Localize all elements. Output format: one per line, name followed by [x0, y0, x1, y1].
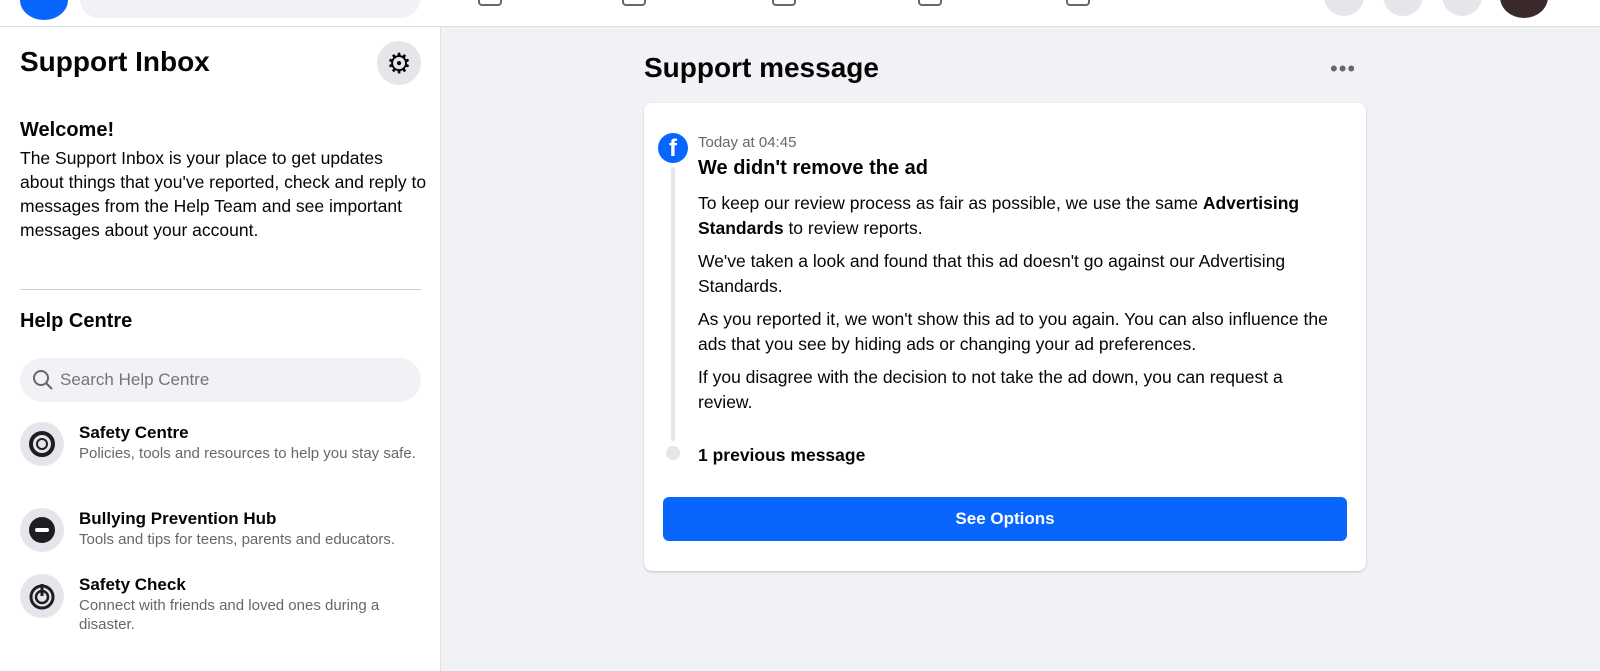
lifebuoy-icon	[20, 422, 64, 466]
message-paragraph: We've taken a look and found that this a…	[698, 251, 1286, 296]
facebook-logo[interactable]	[20, 0, 68, 20]
watch-icon[interactable]	[772, 0, 796, 6]
sidebar: Support Inbox ⚙ Welcome! The Support Inb…	[0, 27, 441, 671]
welcome-section: Welcome! The Support Inbox is your place…	[20, 119, 430, 242]
message-title: We didn't remove the ad	[698, 157, 928, 179]
help-item-safety-check[interactable]: Safety Check Connect with friends and lo…	[20, 574, 430, 634]
messenger-icon[interactable]	[1383, 0, 1423, 16]
menu-grid-icon[interactable]	[1324, 0, 1364, 16]
gaming-icon[interactable]	[1066, 0, 1090, 6]
message-body: To keep our review process as fair as po…	[698, 191, 1338, 423]
help-search-input[interactable]	[60, 370, 400, 390]
help-item-safety-centre[interactable]: Safety Centre Policies, tools and resour…	[20, 422, 430, 466]
thread-line	[671, 167, 675, 441]
facebook-search-input[interactable]	[80, 0, 420, 18]
more-options-icon[interactable]: •••	[1330, 56, 1356, 82]
profile-icon[interactable]	[918, 0, 942, 6]
message-paragraph: As you reported it, we won't show this a…	[698, 309, 1328, 354]
thread-dot	[666, 446, 680, 460]
help-item-desc: Connect with friends and loved ones duri…	[79, 597, 380, 633]
help-centre-title: Help Centre	[20, 310, 133, 332]
previous-message-link[interactable]: 1 previous message	[698, 445, 865, 466]
help-item-name: Safety Centre	[79, 423, 189, 442]
divider	[20, 289, 421, 290]
avatar[interactable]	[1500, 0, 1548, 18]
welcome-text: The Support Inbox is your place to get u…	[20, 148, 427, 240]
marketplace-icon[interactable]	[478, 0, 502, 6]
page-title: Support message	[644, 52, 879, 83]
welcome-heading: Welcome!	[20, 119, 115, 141]
help-item-bullying-prevention-hub[interactable]: Bullying Prevention Hub Tools and tips f…	[20, 508, 430, 552]
text: To keep our review process as fair as po…	[698, 193, 1203, 213]
message-paragraph: If you disagree with the decision to not…	[698, 367, 1283, 412]
help-search[interactable]	[20, 358, 421, 402]
facebook-logo: f	[658, 133, 688, 163]
message-paragraph: To keep our review process as fair as po…	[698, 191, 1338, 240]
power-icon	[20, 574, 64, 618]
top-navigation-bar	[0, 0, 1600, 27]
sidebar-title: Support Inbox	[20, 46, 210, 77]
search-icon	[33, 370, 53, 390]
stop-sign-icon	[20, 508, 64, 552]
message-time: Today at 04:45	[698, 134, 797, 151]
gear-icon[interactable]: ⚙	[377, 41, 421, 85]
groups-icon[interactable]	[622, 0, 646, 6]
see-options-button[interactable]: See Options	[663, 497, 1347, 541]
help-item-desc: Tools and tips for teens, parents and ed…	[79, 531, 396, 548]
help-item-name: Safety Check	[79, 575, 186, 594]
help-item-name: Bullying Prevention Hub	[79, 509, 277, 528]
notifications-icon[interactable]	[1442, 0, 1482, 16]
help-item-desc: Policies, tools and resources to help yo…	[79, 445, 416, 462]
support-message-card: f Today at 04:45 We didn't remove the ad…	[644, 103, 1366, 571]
text: to review reports.	[783, 217, 923, 238]
